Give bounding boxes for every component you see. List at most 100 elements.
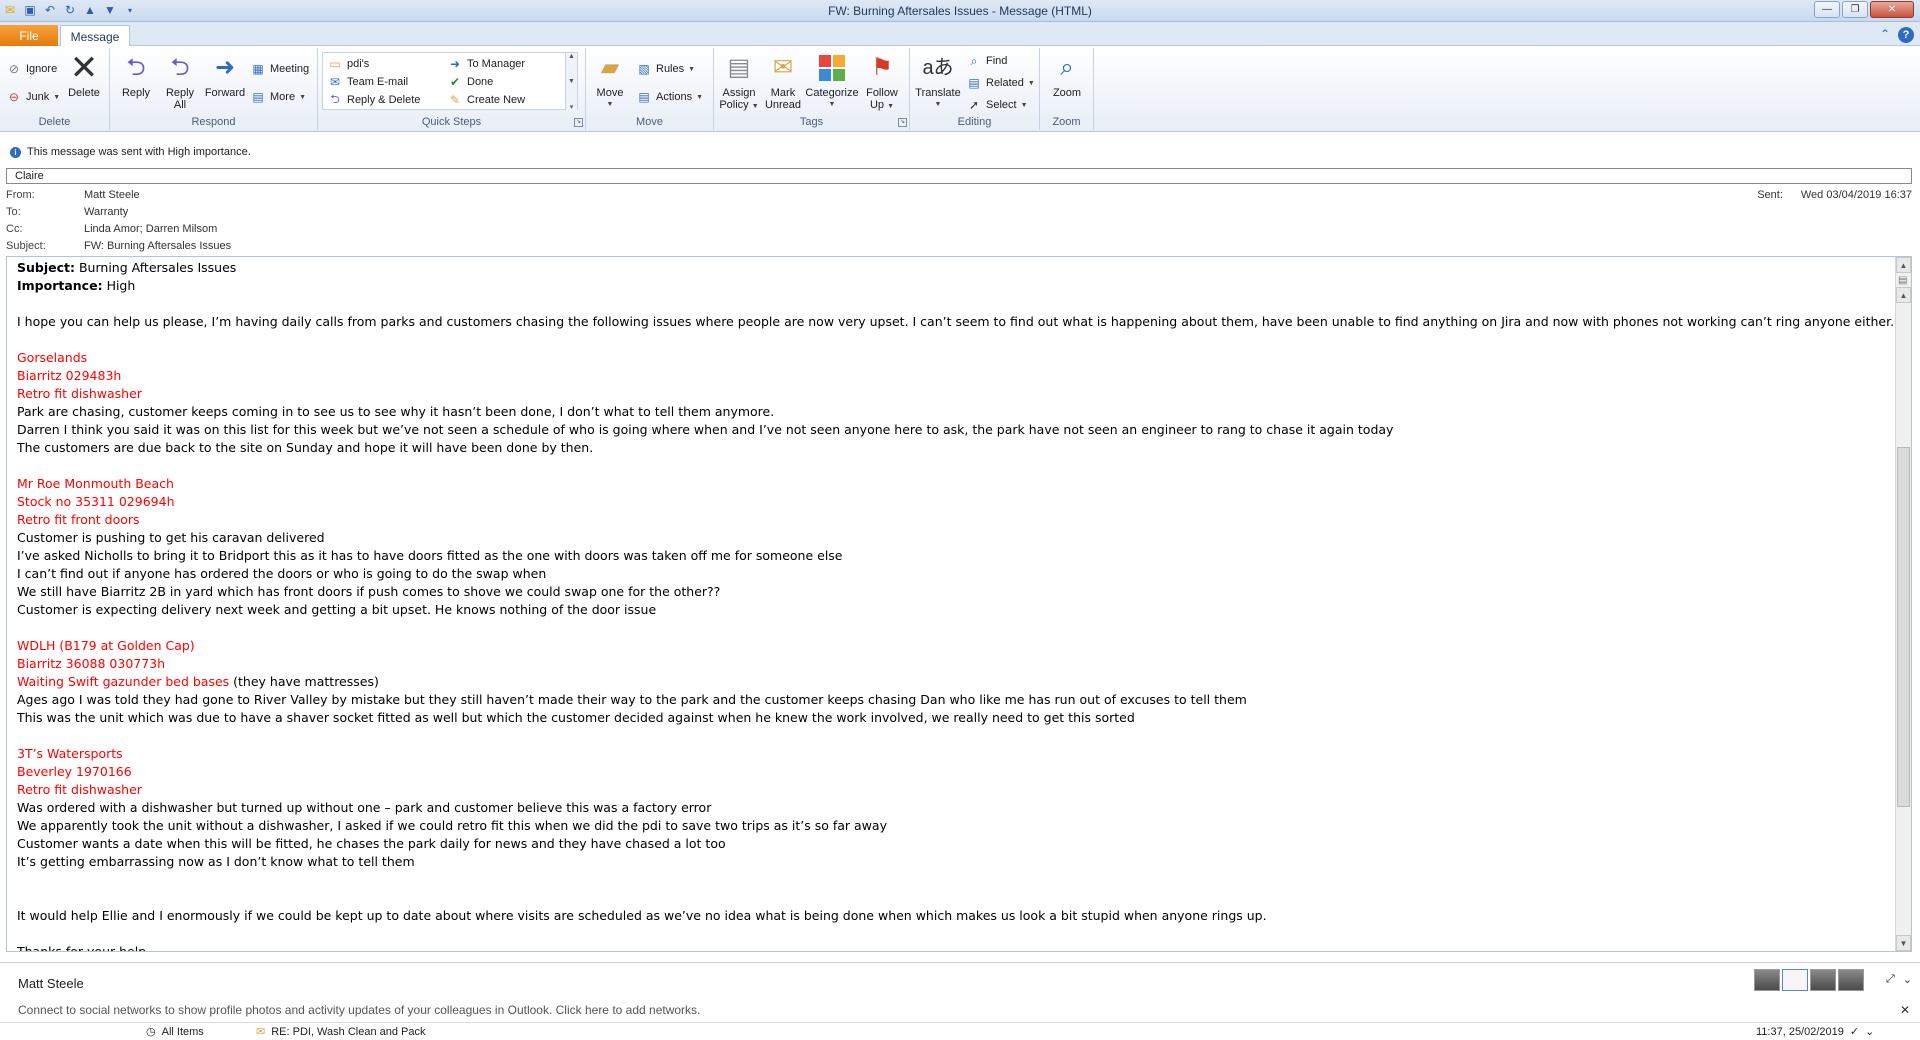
quick-step-to-manager[interactable]: ➜ To Manager bbox=[447, 55, 525, 73]
reply-button[interactable]: ⮌ Reply bbox=[116, 52, 156, 100]
people-avatars bbox=[1754, 969, 1864, 991]
quick-step-done[interactable]: ✔ Done bbox=[447, 73, 493, 91]
checkmark-icon: ✔ bbox=[449, 75, 461, 89]
delete-group: ⊘ Ignore ⊖ Junk ▼ ✕ Delete Delete bbox=[0, 48, 110, 130]
avatar[interactable] bbox=[1782, 969, 1808, 991]
scroll-thumb[interactable] bbox=[1897, 447, 1910, 807]
social-networks-link[interactable]: Connect to social networks to show profi… bbox=[18, 1003, 700, 1017]
help-icon[interactable]: ? bbox=[1898, 27, 1914, 43]
dialog-launcher-icon[interactable]: ↘ bbox=[574, 118, 583, 127]
avatar[interactable] bbox=[1754, 969, 1780, 991]
mark-unread-button[interactable]: ✉ Mark Unread bbox=[762, 52, 804, 112]
follow-up-button[interactable]: ⚑ Follow Up ▼ bbox=[862, 52, 902, 113]
clock-icon: ◷ bbox=[146, 1026, 156, 1038]
body-scrollbar[interactable]: ▲ ▤ ▲ ▼ bbox=[1895, 257, 1911, 951]
actions-icon: ▤ bbox=[638, 90, 650, 104]
forward-button[interactable]: ➜ Forward bbox=[202, 52, 248, 100]
quick-step-team-email[interactable]: ✉ Team E-mail bbox=[327, 73, 408, 91]
flag-icon: ⚑ bbox=[871, 54, 893, 81]
chevron-down-icon[interactable]: ⌄ bbox=[1903, 973, 1912, 986]
to-row: To: Warranty bbox=[6, 206, 128, 221]
chevron-down-icon[interactable]: ⌄ bbox=[1865, 1025, 1874, 1038]
scroll-down-icon[interactable]: ▼ bbox=[1896, 935, 1911, 951]
minimize-ribbon-icon[interactable]: ⌃ bbox=[1880, 27, 1890, 43]
expand-icon[interactable]: ⤢ bbox=[1886, 973, 1895, 986]
quick-step-reply-delete[interactable]: ⮌ Reply & Delete bbox=[327, 91, 420, 109]
quick-step-pdis[interactable]: ▭ pdi's bbox=[327, 55, 369, 73]
window-title: FW: Burning Aftersales Issues - Message … bbox=[828, 4, 1092, 18]
tab-message[interactable]: Message bbox=[60, 25, 130, 47]
move-button[interactable]: ▰ Move ▼ bbox=[590, 52, 630, 111]
group-label: Delete bbox=[38, 116, 71, 128]
more-respond-button[interactable]: ▤ More ▼ bbox=[250, 88, 306, 106]
translate-button[interactable]: aあ Translate ▼ bbox=[914, 52, 962, 111]
issue-unit: Beverley 1970166 bbox=[17, 764, 132, 779]
issue-park: WDLH (B179 at Golden Cap) bbox=[17, 638, 195, 653]
respond-group: ⮌ Reply ⮌ Reply All ➜ Forward ▦ Meeting … bbox=[110, 48, 318, 130]
team-email-icon: ✉ bbox=[329, 75, 341, 89]
scroll-up-icon[interactable]: ▲ bbox=[1896, 257, 1911, 273]
categorize-icon bbox=[816, 52, 848, 84]
quick-steps-scroll[interactable]: ▲ ▼ ▾ bbox=[565, 53, 577, 111]
dialog-launcher-icon[interactable]: ↘ bbox=[898, 118, 907, 127]
to-value[interactable]: Warranty bbox=[84, 206, 128, 221]
group-label: Quick Steps bbox=[421, 116, 482, 128]
split-view-icon[interactable]: ▤ bbox=[1898, 275, 1910, 287]
expand-gallery-icon[interactable]: ▾ bbox=[570, 103, 574, 111]
delete-button[interactable]: ✕ Delete bbox=[64, 49, 104, 99]
close-button[interactable]: ✕ bbox=[1870, 1, 1914, 18]
zoom-button[interactable]: ⌕ Zoom bbox=[1046, 52, 1088, 100]
maximize-button[interactable]: ❐ bbox=[1842, 1, 1868, 18]
folder-icon: ▭ bbox=[329, 57, 341, 71]
issue-park: Gorselands bbox=[17, 350, 88, 365]
from-row: From: Matt Steele bbox=[6, 189, 140, 204]
issue-unit: Biarritz 36088 030773h bbox=[17, 656, 166, 671]
issue-park: Mr Roe Monmouth Beach bbox=[17, 476, 174, 491]
move-folder-icon: ▰ bbox=[600, 54, 620, 81]
categorize-button[interactable]: Categorize ▼ bbox=[804, 52, 860, 111]
rules-button[interactable]: ▧ Rules ▼ bbox=[636, 60, 695, 78]
issue-line: Was ordered with a dishwasher but turned… bbox=[17, 800, 712, 815]
issue-task: Waiting Swift gazunder bed bases bbox=[17, 674, 230, 689]
issue-line: It’s getting embarrassing now as I don’t… bbox=[17, 854, 415, 869]
avatar[interactable] bbox=[1838, 969, 1864, 991]
meeting-button[interactable]: ▦ Meeting bbox=[250, 60, 309, 78]
quick-step-create-new[interactable]: ✎ Create New bbox=[447, 91, 525, 109]
tab-file[interactable]: File bbox=[0, 25, 58, 46]
people-pane-name[interactable]: Matt Steele bbox=[18, 976, 84, 991]
scroll-up-icon[interactable]: ▲ bbox=[568, 53, 575, 60]
closing-paragraph: It would help Ellie and I enormously if … bbox=[17, 908, 1267, 923]
editing-group: aあ Translate ▼ ⌕ Find ▤ Related ▼ ➚ Sele… bbox=[910, 48, 1040, 130]
issue-line: I’ve asked Nicholls to bring it to Bridp… bbox=[17, 548, 843, 563]
related-button[interactable]: ▤ Related ▼ bbox=[966, 74, 1035, 92]
reply-all-button[interactable]: ⮌ Reply All bbox=[160, 52, 200, 112]
issue-task: Retro fit dishwasher bbox=[17, 782, 142, 797]
delete-x-icon: ✕ bbox=[69, 49, 99, 87]
junk-button[interactable]: ⊖ Junk ▼ bbox=[6, 88, 60, 106]
scroll-down-icon[interactable]: ▼ bbox=[568, 78, 575, 85]
find-button[interactable]: ⌕ Find bbox=[966, 52, 1008, 70]
actions-button[interactable]: ▤ Actions ▼ bbox=[636, 88, 703, 106]
group-label: Respond bbox=[191, 116, 236, 128]
minimize-button[interactable]: — bbox=[1814, 1, 1840, 18]
importance-infobar[interactable]: i This message was sent with High import… bbox=[0, 144, 1920, 160]
people-pane: Matt Steele Connect to social networks t… bbox=[0, 962, 1920, 1022]
from-value[interactable]: Matt Steele bbox=[84, 189, 140, 204]
issue-line: Customer wants a date when this will be … bbox=[17, 836, 726, 851]
issue-task-suffix: (they have mattresses) bbox=[229, 674, 379, 689]
close-icon[interactable]: ✕ bbox=[1900, 1003, 1910, 1017]
ignore-button[interactable]: ⊘ Ignore bbox=[6, 60, 57, 78]
message-body[interactable]: Subject: Burning Aftersales Issues Impor… bbox=[6, 256, 1912, 952]
scroll-up-small-icon[interactable]: ▲ bbox=[1896, 287, 1911, 303]
assign-policy-button[interactable]: ▤ Assign Policy ▼ bbox=[718, 52, 760, 113]
avatar[interactable] bbox=[1810, 969, 1836, 991]
checkmark-icon[interactable]: ✓ bbox=[1850, 1025, 1859, 1038]
message-item[interactable]: ✉ RE: PDI, Wash Clean and Pack bbox=[256, 1025, 426, 1039]
forward-arrow-icon: ➜ bbox=[449, 57, 461, 71]
folder-item[interactable]: ◷ All Items bbox=[146, 1025, 204, 1039]
cc-value[interactable]: Linda Amor; Darren Milsom bbox=[84, 223, 217, 238]
select-button[interactable]: ➚ Select ▼ bbox=[966, 96, 1028, 114]
chevron-down-icon: ▼ bbox=[887, 103, 895, 110]
tag-field[interactable]: Claire bbox=[6, 168, 1912, 184]
chevron-down-icon: ▼ bbox=[299, 93, 306, 101]
